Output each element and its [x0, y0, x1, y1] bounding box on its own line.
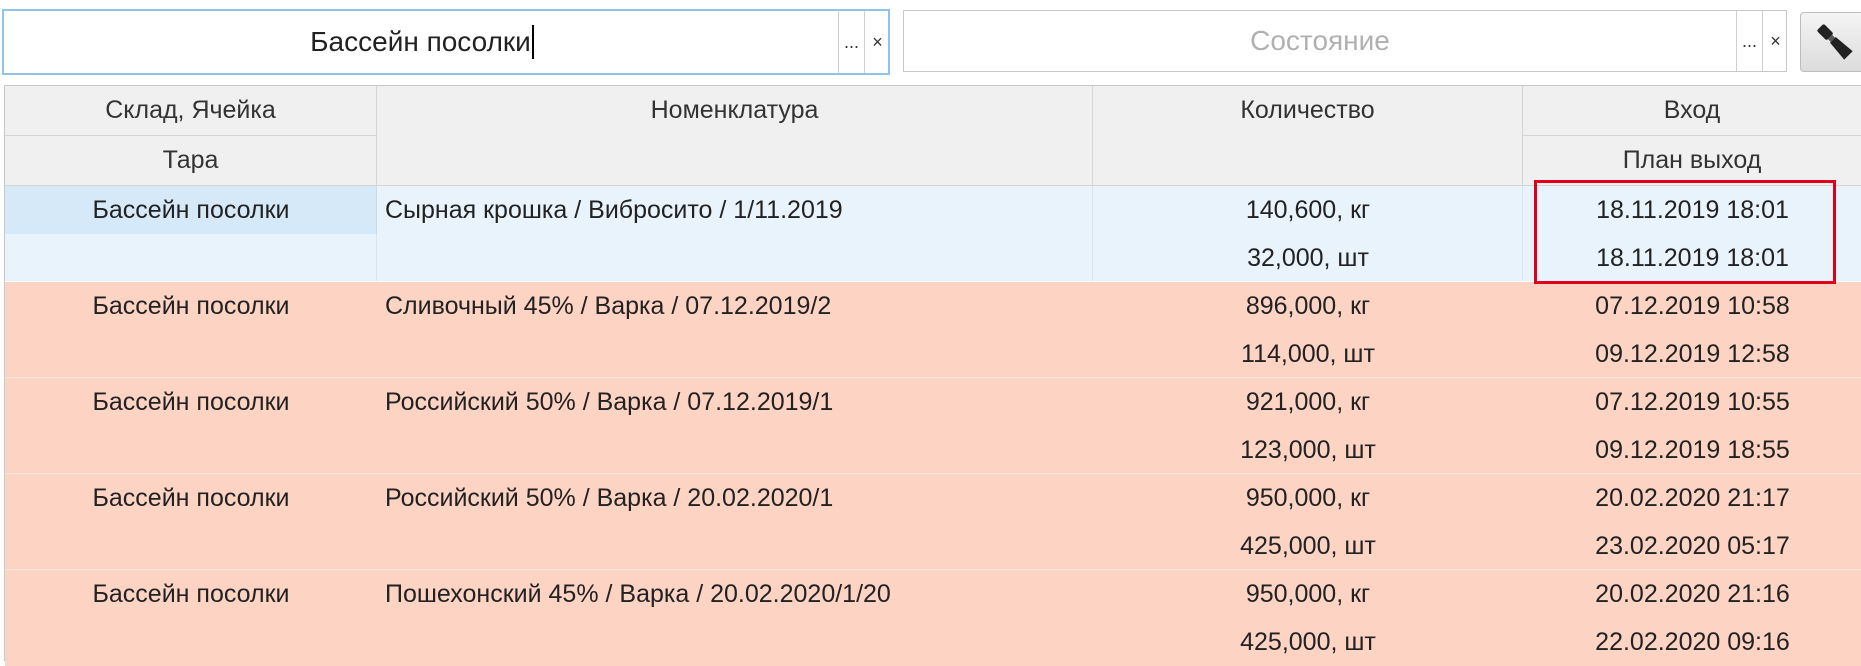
row-item: Российский 50% / Варка / 07.12.2019/1	[385, 387, 834, 416]
row-cell-location: Бассейн посолки	[92, 387, 290, 416]
row-in-date: 18.11.2019 18:01	[1596, 195, 1789, 224]
row-qty-kg: 950,000, кг	[1245, 483, 1371, 512]
row-cell-location: Бассейн посолки	[92, 483, 290, 512]
state-filter-text[interactable]: Состояние	[904, 11, 1736, 71]
column-header-cell[interactable]: Склад, Ячейка	[5, 86, 377, 136]
table-row[interactable]: Бассейн посолки Российский 50% / Варка /…	[5, 474, 1861, 570]
row-qty-kg: 921,000, кг	[1245, 387, 1371, 416]
row-in-date: 20.02.2020 21:17	[1595, 483, 1790, 512]
state-filter-field[interactable]: Состояние ... ×	[903, 10, 1787, 72]
row-item: Сырная крошка / Вибросито / 1/11.2019	[385, 195, 843, 224]
row-plan-out-date: 22.02.2020 09:16	[1595, 627, 1790, 656]
row-plan-out-date: 09.12.2019 18:55	[1595, 435, 1790, 464]
column-header-container[interactable]: Тара	[5, 136, 377, 186]
state-filter-select-button[interactable]: ...	[1736, 11, 1762, 71]
state-filter-placeholder: Состояние	[1250, 25, 1390, 56]
paintbrush-icon	[1817, 24, 1853, 60]
cell-filter-field[interactable]: Бассейн посолки ... ×	[2, 9, 890, 75]
row-cell-location: Бассейн посолки	[92, 579, 290, 608]
row-plan-out-date: 09.12.2019 12:58	[1595, 339, 1790, 368]
column-header-in[interactable]: Вход	[1523, 86, 1861, 136]
cell-filter-text[interactable]: Бассейн посолки	[4, 11, 840, 73]
row-qty-kg: 140,600, кг	[1245, 195, 1371, 224]
row-qty-pcs: 425,000, шт	[1240, 627, 1376, 656]
text-caret	[531, 25, 534, 59]
stock-table[interactable]: Склад, Ячейка Тара Номенклатура Количест…	[4, 85, 1861, 666]
row-qty-kg: 950,000, кг	[1245, 579, 1371, 608]
table-row[interactable]: Бассейн посолки Сырная крошка / Вибросит…	[5, 186, 1861, 282]
row-qty-pcs: 123,000, шт	[1240, 435, 1376, 464]
row-in-date: 07.12.2019 10:55	[1595, 387, 1790, 416]
close-icon: ×	[872, 31, 883, 52]
row-qty-pcs: 32,000, шт	[1247, 243, 1369, 272]
row-qty-pcs: 425,000, шт	[1240, 531, 1376, 560]
color-settings-button[interactable]	[1800, 12, 1861, 72]
column-header-plan-out[interactable]: План выход	[1523, 136, 1861, 186]
row-cell-location: Бассейн посолки	[5, 186, 377, 234]
cell-filter-clear-button[interactable]: ×	[864, 11, 890, 73]
row-cell-location: Бассейн посолки	[92, 291, 290, 320]
row-item: Пошехонский 45% / Варка / 20.02.2020/1/2…	[385, 579, 891, 608]
row-plan-out-date: 18.11.2019 18:01	[1596, 243, 1789, 272]
close-icon: ×	[1770, 30, 1781, 51]
row-plan-out-date: 23.02.2020 05:17	[1595, 531, 1790, 560]
cell-filter-select-button[interactable]: ...	[838, 11, 864, 73]
row-in-date: 07.12.2019 10:58	[1595, 291, 1790, 320]
row-item: Российский 50% / Варка / 20.02.2020/1	[385, 483, 834, 512]
row-item: Сливочный 45% / Варка / 07.12.2019/2	[385, 291, 832, 320]
table-row[interactable]: Бассейн посолки Российский 50% / Варка /…	[5, 378, 1861, 474]
table-row[interactable]: Бассейн посолки Пошехонский 45% / Варка …	[5, 570, 1861, 666]
state-filter-clear-button[interactable]: ×	[1762, 11, 1788, 71]
table-row[interactable]: Бассейн посолки Сливочный 45% / Варка / …	[5, 282, 1861, 378]
row-qty-kg: 896,000, кг	[1245, 291, 1371, 320]
row-qty-pcs: 114,000, шт	[1241, 339, 1375, 368]
column-header-item[interactable]: Номенклатура	[377, 86, 1093, 186]
cell-filter-value: Бассейн посолки	[310, 26, 531, 57]
column-header-quantity[interactable]: Количество	[1093, 86, 1523, 186]
row-in-date: 20.02.2020 21:16	[1595, 579, 1790, 608]
